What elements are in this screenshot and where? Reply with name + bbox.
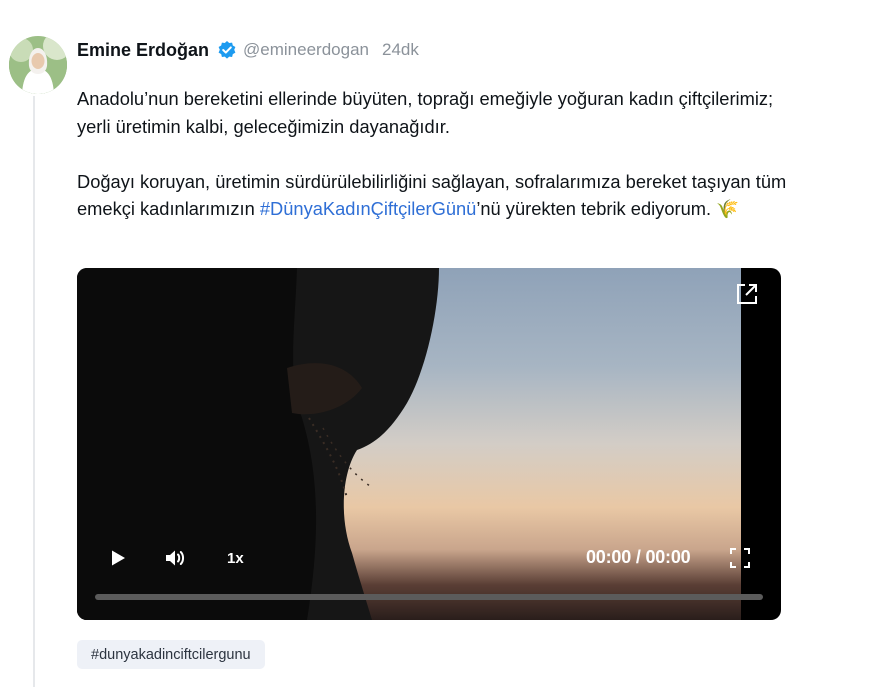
post-paragraph-2-end: ’nü yürekten tebrik ediyorum. xyxy=(476,198,717,219)
video-controls: 1x 00:00 / 00:00 xyxy=(77,542,781,576)
fullscreen-icon[interactable] xyxy=(729,547,751,569)
avatar[interactable] xyxy=(9,36,67,94)
author-name[interactable]: Emine Erdoğan xyxy=(77,40,209,61)
hashtag-link[interactable]: #DünyaKadınÇiftçilerGünü xyxy=(260,198,476,219)
thread-line xyxy=(33,96,35,687)
video-timecode: 00:00 / 00:00 xyxy=(586,547,691,567)
post-paragraph-2: Doğayı koruyan, üretimin sürdürülebilirl… xyxy=(77,168,797,223)
video-progress-bar[interactable] xyxy=(95,594,763,600)
volume-icon[interactable] xyxy=(163,546,187,570)
sheaf-of-rice-emoji: 🌾 xyxy=(716,198,739,219)
post-text: Anadolu’nun bereketini ellerinde büyüten… xyxy=(77,85,797,223)
author-handle[interactable]: @emineerdogan xyxy=(243,40,369,60)
hashtag-chip[interactable]: #dunyakadinciftcilergunu xyxy=(77,640,265,669)
playback-speed-button[interactable]: 1x xyxy=(227,550,244,567)
external-link-icon[interactable] xyxy=(735,282,759,306)
post-timestamp[interactable]: 24dk xyxy=(382,40,419,60)
video-player[interactable]: 1x 00:00 / 00:00 xyxy=(77,268,781,620)
post-header: Emine Erdoğan @emineerdogan 24dk xyxy=(77,38,419,62)
post-paragraph-1: Anadolu’nun bereketini ellerinde büyüten… xyxy=(77,88,774,137)
avatar-portrait-icon xyxy=(9,36,67,94)
play-icon[interactable] xyxy=(109,549,127,567)
verified-badge-icon xyxy=(217,40,237,60)
